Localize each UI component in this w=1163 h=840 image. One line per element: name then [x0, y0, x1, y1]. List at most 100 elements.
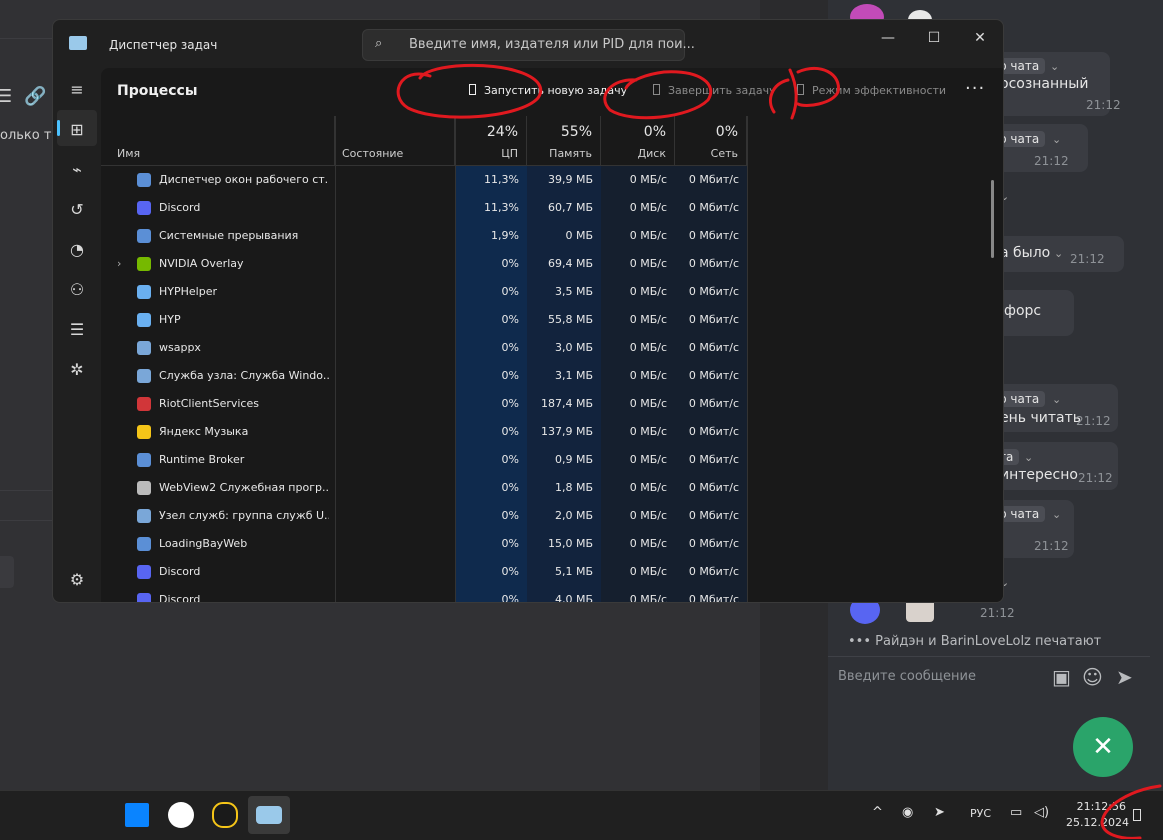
volume-icon[interactable]: ◁) [1034, 805, 1049, 820]
minimize-button[interactable]: — [873, 30, 903, 46]
hamburger-icon[interactable]: ≡ [67, 80, 87, 99]
column-header-network[interactable]: 0% Сеть [675, 116, 747, 166]
new-task-icon [469, 84, 476, 95]
list-icon[interactable]: ☰ [0, 86, 12, 107]
process-cpu: 0% [501, 425, 519, 438]
run-new-task-button[interactable]: Запустить новую задачу [469, 84, 627, 97]
chevron-down-icon[interactable]: ⌄ [1054, 247, 1063, 260]
table-row[interactable]: Диспетчер окон рабочего ст... 11,3% 39,9 М… [101, 166, 747, 194]
process-disk: 0 МБ/с [629, 509, 667, 522]
table-row[interactable]: wsappx 0% 3,0 МБ 0 МБ/с 0 Мбит/с [101, 334, 747, 362]
details-icon[interactable]: ☰ [67, 320, 87, 339]
table-row[interactable]: WebView2 Служебная прогр... 0% 1,8 МБ 0 МБ/… [101, 474, 747, 502]
title-bar[interactable]: Диспетчер задач ⌕ Введите имя, издателя … [53, 20, 1003, 68]
system-clock[interactable]: 21:12:56 25.12.2024 [1066, 799, 1129, 831]
search-input[interactable]: Введите имя, издателя или PID для пои... [409, 37, 695, 52]
process-disk: 0 МБ/с [629, 201, 667, 214]
selection-indicator [57, 120, 60, 136]
process-cpu: 0% [501, 537, 519, 550]
history-icon[interactable]: ↺ [67, 200, 87, 219]
chevron-down-icon[interactable]: ⌄ [1050, 60, 1059, 73]
emoji-icon[interactable]: ☺ [1082, 665, 1103, 689]
image-icon[interactable]: ▣ [1052, 665, 1071, 689]
process-cpu: 11,3% [484, 173, 519, 186]
table-row[interactable]: › NVIDIA Overlay 0% 69,4 МБ 0 МБ/с 0 Мбит/с [101, 250, 747, 278]
table-row[interactable]: Discord 0% 5,1 МБ 0 МБ/с 0 Мбит/с [101, 558, 747, 586]
process-network: 0 Мбит/с [688, 369, 739, 382]
task-manager-window: Диспетчер задач ⌕ Введите имя, издателя … [52, 19, 1004, 603]
scrollbar[interactable] [991, 180, 994, 258]
users-icon[interactable]: ⚇ [67, 280, 87, 299]
processes-icon[interactable]: ⊞ [67, 120, 87, 139]
process-memory: 39,9 МБ [547, 173, 593, 186]
table-row[interactable]: LoadingBayWeb 0% 15,0 МБ 0 МБ/с 0 Мбит/с [101, 530, 747, 558]
efficiency-mode-button[interactable]: Режим эффективности [797, 84, 946, 97]
message-input[interactable]: Введите сообщение [838, 669, 976, 684]
table-row[interactable]: Runtime Broker 0% 0,9 МБ 0 МБ/с 0 Мбит/с [101, 446, 747, 474]
process-memory: 137,9 МБ [540, 425, 593, 438]
expand-chevron-icon[interactable]: › [117, 250, 121, 278]
message-time: 21:12 [980, 606, 1015, 620]
notification-icon[interactable] [1133, 809, 1141, 821]
search-icon: ⌕ [375, 36, 383, 51]
process-memory: 1,8 МБ [554, 481, 593, 494]
chevron-down-icon[interactable]: ⌄ [1052, 393, 1061, 406]
services-icon[interactable]: ✲ [67, 360, 87, 379]
table-row[interactable]: RiotClientServices 0% 187,4 МБ 0 МБ/с 0 Мбит… [101, 390, 747, 418]
language-indicator[interactable]: РУС [970, 807, 991, 820]
maximize-button[interactable]: ☐ [919, 30, 949, 46]
send-icon[interactable]: ➤ [1116, 665, 1133, 689]
table-row[interactable]: Системные прерывания 1,9% 0 МБ 0 МБ/с 0 Мбит… [101, 222, 747, 250]
chevron-up-icon[interactable]: ^ [872, 805, 883, 820]
table-row[interactable]: Discord 11,3% 60,7 МБ 0 МБ/с 0 Мбит/с [101, 194, 747, 222]
table-row[interactable]: HYP 0% 55,8 МБ 0 МБ/с 0 Мбит/с [101, 306, 747, 334]
link-icon[interactable]: 🔗 [24, 86, 46, 107]
search-box[interactable]: ⌕ Введите имя, издателя или PID для пои.… [362, 29, 695, 61]
table-row[interactable]: Discord 0% 4,0 МБ 0 МБ/с 0 Мбит/с [101, 586, 747, 603]
close-fab-button[interactable]: ✕ [1073, 717, 1133, 777]
column-header-status[interactable]: Состояние [335, 116, 455, 166]
yandex-music-icon [137, 425, 151, 439]
end-task-button[interactable]: Завершить задачу [653, 84, 776, 97]
performance-icon[interactable]: ⌁ [67, 160, 87, 179]
yandex-browser-icon[interactable] [168, 802, 194, 828]
process-name: Системные прерывания [159, 229, 299, 242]
process-cpu: 11,3% [484, 201, 519, 214]
chevron-down-icon[interactable]: ⌄ [1024, 451, 1033, 464]
gear-service-icon [137, 341, 151, 355]
column-label: Состояние [342, 147, 404, 160]
windows-start-icon[interactable] [125, 803, 149, 827]
background-button[interactable] [0, 556, 14, 588]
table-row[interactable]: HYPHelper 0% 3,5 МБ 0 МБ/с 0 Мбит/с [101, 278, 747, 306]
column-header-memory[interactable]: 55% Память [527, 116, 601, 166]
yandex-music-icon[interactable] [212, 802, 238, 828]
process-disk: 0 МБ/с [629, 397, 667, 410]
task-manager-icon[interactable] [256, 806, 282, 824]
column-header-name[interactable]: Имя [101, 116, 335, 166]
process-memory: 4,0 МБ [554, 593, 593, 603]
sidebar: ≡ ⊞ ⌁ ↺ ◔ ⚇ ☰ ✲ ⚙ [53, 68, 101, 602]
gear-icon[interactable]: ⚙ [67, 570, 87, 589]
process-network: 0 Мбит/с [688, 201, 739, 214]
more-options-button[interactable]: ··· [965, 78, 985, 99]
startup-icon[interactable]: ◔ [67, 240, 87, 259]
gear-service-icon [137, 509, 151, 523]
chevron-down-icon[interactable]: ⌄ [1052, 133, 1061, 146]
table-row[interactable]: Узел служб: группа служб U... 0% 2,0 МБ 0 М… [101, 502, 747, 530]
network-icon[interactable]: ▭ [1010, 805, 1022, 820]
close-button[interactable]: ✕ [965, 30, 995, 46]
typing-indicator: ••• Райдэн и BarinLoveLolz печатают [848, 634, 1102, 649]
nvidia-icon [137, 257, 151, 271]
telegram-tray-icon[interactable]: ➤ [934, 805, 945, 820]
process-cpu: 0% [501, 257, 519, 270]
column-header-cpu[interactable]: 24% ЦП [455, 116, 527, 166]
table-row[interactable]: Служба узла: Служба Windo... 0% 3,1 МБ 0 МБ… [101, 362, 747, 390]
process-memory: 69,4 МБ [547, 257, 593, 270]
process-network: 0 Мбит/с [688, 313, 739, 326]
chevron-down-icon[interactable]: ⌄ [1052, 508, 1061, 521]
column-header-disk[interactable]: 0% Диск [601, 116, 675, 166]
message-time: 21:12 [1076, 414, 1111, 428]
table-row[interactable]: Яндекс Музыка 0% 137,9 МБ 0 МБ/с 0 Мбит/с [101, 418, 747, 446]
process-network: 0 Мбит/с [688, 537, 739, 550]
discord-tray-icon[interactable]: ◉ [902, 805, 913, 820]
